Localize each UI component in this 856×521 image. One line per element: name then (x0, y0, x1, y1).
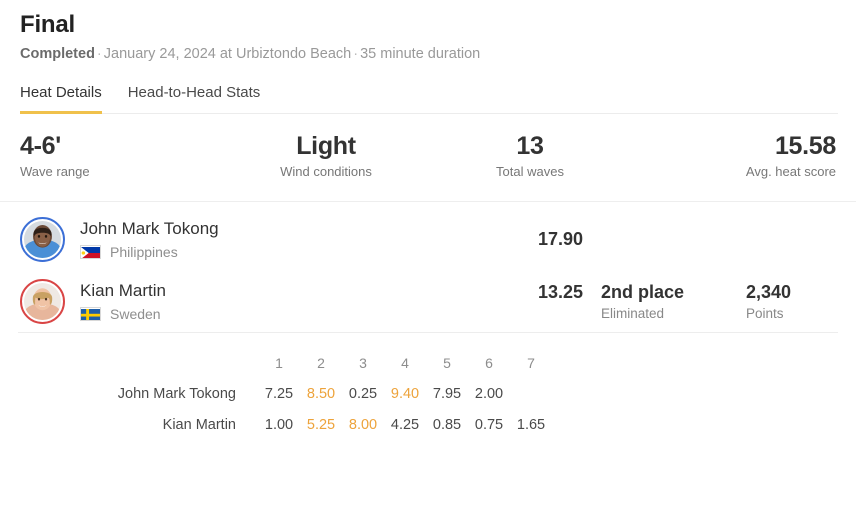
wave-score-cell-best: 8.00 (348, 416, 378, 433)
stat-total-waves: 13 Total waves (428, 131, 632, 180)
status-badge: Completed (20, 46, 95, 62)
wave-score-cell: 0.25 (348, 385, 378, 402)
athlete-placement-value: 2nd place (601, 281, 685, 302)
wave-score-cell: 0.75 (474, 416, 504, 433)
athlete-total-score-value: 17.90 (537, 229, 583, 249)
stat-wind-conditions: Light Wind conditions (224, 131, 428, 180)
heat-date-location: January 24, 2024 at Urbiztondo Beach (103, 46, 352, 62)
wave-score-cell: 2.00 (474, 385, 504, 402)
avatar-portrait-icon (24, 282, 61, 320)
stat-wave-range: 4-6' Wave range (20, 131, 224, 180)
athlete-name: John Mark Tokong (80, 218, 219, 238)
athlete-nation: Sweden (80, 306, 380, 323)
avatar (20, 278, 65, 324)
avatar-photo (24, 220, 61, 258)
stat-wind-conditions-value: Light (296, 132, 356, 160)
avatar (20, 216, 65, 262)
avatar-photo (24, 282, 61, 320)
meta-separator-1: · (96, 46, 102, 62)
wave-score-cell: 7.95 (432, 385, 462, 402)
tab-head-to-head-stats[interactable]: Head-to-Head Stats (128, 83, 261, 114)
athlete-points-value: 2,340 (746, 281, 792, 302)
wave-column-header-7: 7 (527, 354, 535, 371)
heat-header: Final Completed · January 24, 2024 at Urbi… (0, 0, 856, 63)
wave-row-athlete-name: John Mark Tokong (117, 385, 236, 402)
avatar-portrait-icon (24, 220, 61, 258)
table-row: John Mark Tokong 7.25 8.50 0.25 9.40 7.9… (18, 378, 838, 409)
stat-avg-heat-score-value: 15.58 (774, 132, 836, 160)
athlete-nation: Philippines (80, 244, 380, 261)
wave-score-cell: 1.65 (516, 416, 546, 433)
tab-bar: Heat Details Head-to-Head Stats (0, 83, 856, 114)
stat-wind-conditions-label: Wind conditions (280, 164, 372, 179)
athlete-placement-status: Eliminated (601, 305, 665, 321)
wave-scores-table: 1 2 3 4 5 6 7 John Mark Tokong 7.25 8.50… (0, 333, 856, 440)
wave-row-athlete-name: Kian Martin (162, 416, 236, 433)
athlete-placement: 2nd place Eliminated (601, 281, 746, 322)
page-title: Final (20, 11, 76, 38)
athlete-identity: Kian Martin Sweden (80, 280, 380, 323)
table-row: Kian Martin 1.00 5.25 8.00 4.25 0.85 0.7… (18, 409, 838, 440)
athlete-identity: John Mark Tokong Philippines (80, 218, 380, 261)
wave-column-header-3: 3 (359, 354, 367, 371)
heat-duration: 35 minute duration (360, 46, 481, 62)
stat-wave-range-value: 4-6' (20, 132, 61, 160)
heat-conditions-stats: 4-6' Wave range Light Wind conditions 13… (0, 114, 856, 180)
philippines-flag-icon (80, 245, 101, 259)
wave-column-header-2: 2 (317, 354, 325, 371)
athlete-row[interactable]: Kian Martin Sweden 13.25 2nd place Elimi… (20, 270, 838, 332)
wave-score-cell-best: 8.50 (306, 385, 336, 402)
heat-meta-line: Completed · January 24, 2024 at Urbiztondo… (20, 45, 836, 63)
stat-avg-heat-score-label: Avg. heat score (745, 164, 836, 179)
athlete-points-label: Points (746, 305, 784, 321)
athlete-name: Kian Martin (80, 280, 166, 300)
athlete-results: 17.90 (483, 228, 838, 250)
wave-column-header-1: 1 (275, 354, 283, 371)
heat-result-page: Final Completed · January 24, 2024 at Urbi… (0, 0, 856, 521)
wave-score-cell: 1.00 (264, 416, 294, 433)
stat-total-waves-value: 13 (516, 132, 544, 160)
sweden-flag-icon (80, 307, 101, 321)
wave-table-header-row: 1 2 3 4 5 6 7 (18, 347, 838, 378)
wave-score-cell: 4.25 (390, 416, 420, 433)
wave-column-header-4: 4 (401, 354, 409, 371)
athlete-placement (601, 228, 746, 230)
wave-score-cell: 7.25 (264, 385, 294, 402)
stat-avg-heat-score: 15.58 Avg. heat score (632, 131, 836, 180)
athlete-row[interactable]: John Mark Tokong Philippines 17.90 (20, 208, 838, 270)
athlete-list: John Mark Tokong Philippines 17.90 Kian … (0, 202, 856, 332)
athlete-points: 2,340 Points (746, 281, 838, 322)
wave-column-header-6: 6 (485, 354, 493, 371)
athlete-total-score-value: 13.25 (537, 281, 583, 302)
wave-score-cell-best: 5.25 (306, 416, 336, 433)
tab-heat-details[interactable]: Heat Details (20, 83, 102, 114)
athlete-total-score: 13.25 (483, 281, 601, 303)
athlete-points (746, 228, 838, 230)
stat-total-waves-label: Total waves (496, 164, 564, 179)
athlete-nation-label: Sweden (110, 305, 161, 322)
wave-score-cell: 0.85 (432, 416, 462, 433)
wave-column-header-5: 5 (443, 354, 451, 371)
meta-separator-2: · (353, 46, 359, 62)
athlete-results: 13.25 2nd place Eliminated 2,340 Points (483, 281, 838, 322)
stat-wave-range-label: Wave range (20, 164, 90, 179)
athlete-total-score: 17.90 (483, 228, 601, 250)
athlete-nation-label: Philippines (110, 243, 178, 260)
wave-score-cell-best: 9.40 (390, 385, 420, 402)
